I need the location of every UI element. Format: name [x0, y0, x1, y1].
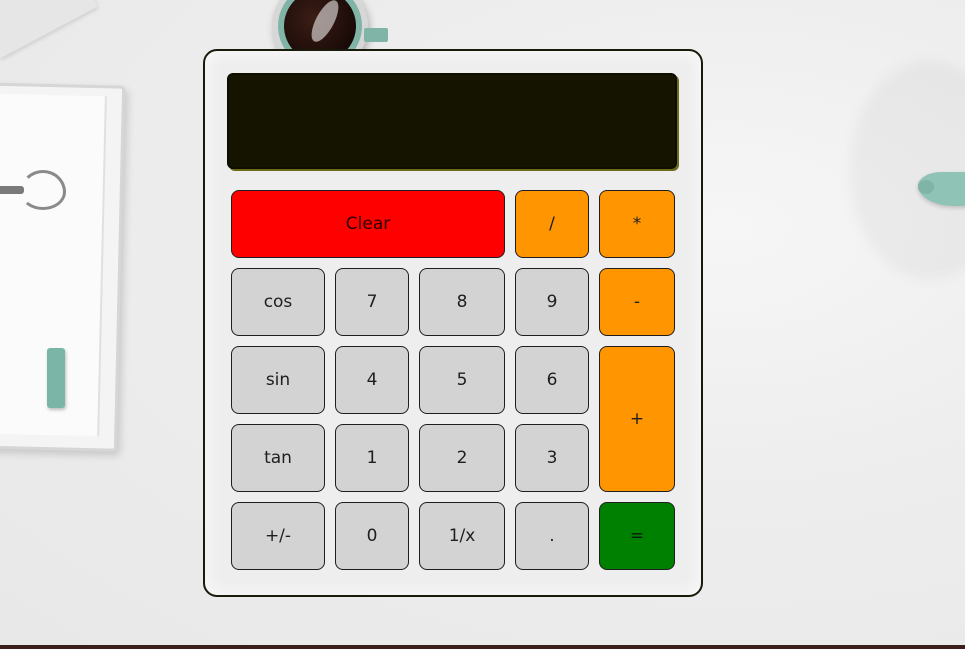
equals-button[interactable]: =: [599, 502, 675, 570]
multiply-button[interactable]: *: [599, 190, 675, 258]
digit-0-button[interactable]: 0: [335, 502, 409, 570]
teapot-spout-tip: [918, 180, 934, 194]
digit-1-button[interactable]: 1: [335, 424, 409, 492]
coffee-cup-handle: [364, 28, 388, 42]
eraser: [47, 348, 65, 408]
digit-3-button[interactable]: 3: [515, 424, 589, 492]
reciprocal-button[interactable]: 1/x: [419, 502, 505, 570]
digit-9-button[interactable]: 9: [515, 268, 589, 336]
cos-button[interactable]: cos: [231, 268, 325, 336]
digit-7-button[interactable]: 7: [335, 268, 409, 336]
calculator: Clear / * cos 7 8 9 - sin 4 5 6 + tan 1 …: [203, 49, 703, 597]
page-bottom-strip: [0, 645, 965, 649]
divide-button[interactable]: /: [515, 190, 589, 258]
clear-button[interactable]: Clear: [231, 190, 505, 258]
digit-8-button[interactable]: 8: [419, 268, 505, 336]
negate-button[interactable]: +/-: [231, 502, 325, 570]
sin-button[interactable]: sin: [231, 346, 325, 414]
minus-button[interactable]: -: [599, 268, 675, 336]
binder-clip-loop: [20, 170, 66, 210]
digit-4-button[interactable]: 4: [335, 346, 409, 414]
tan-button[interactable]: tan: [231, 424, 325, 492]
digit-2-button[interactable]: 2: [419, 424, 505, 492]
digit-6-button[interactable]: 6: [515, 346, 589, 414]
digit-5-button[interactable]: 5: [419, 346, 505, 414]
calculator-display: [227, 73, 677, 169]
decimal-point-button[interactable]: .: [515, 502, 589, 570]
plus-button[interactable]: +: [599, 346, 675, 492]
